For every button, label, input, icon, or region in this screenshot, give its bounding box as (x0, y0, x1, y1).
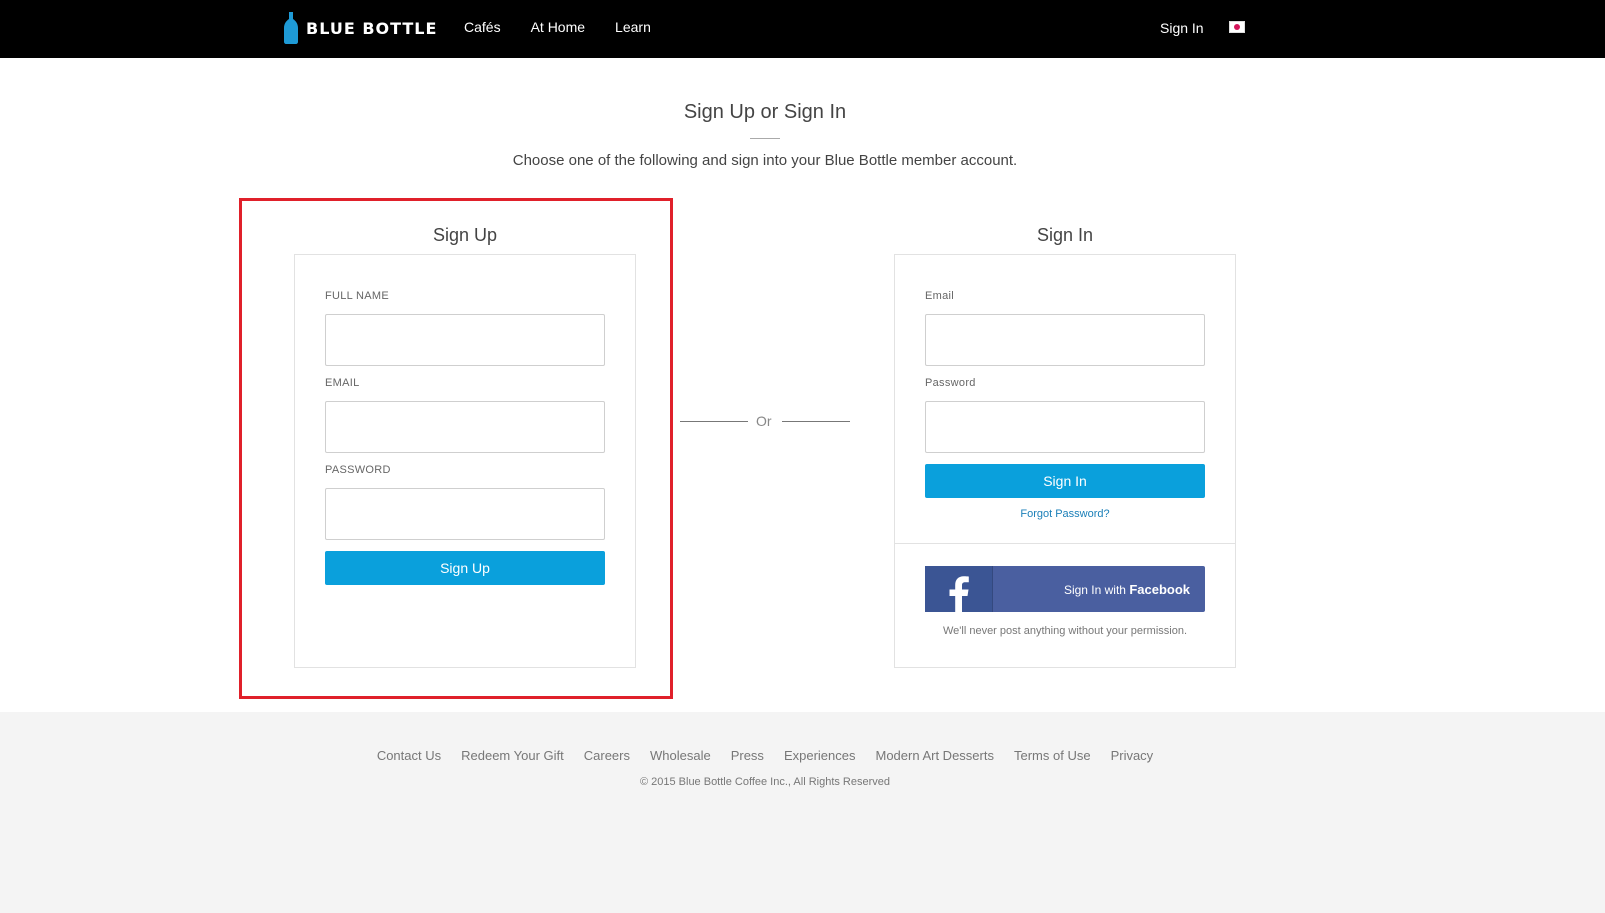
copyright-text: © 2015 Blue Bottle Coffee Inc., All Righ… (639, 776, 891, 788)
signup-password-field[interactable] (325, 488, 605, 540)
signin-heading: Sign In (1036, 225, 1094, 245)
footer-link-press[interactable]: Press (731, 748, 764, 763)
brand-logo[interactable]: BLUE BOTTLE (284, 12, 437, 44)
flag-sun-dot (1234, 24, 1240, 30)
signin-card: Email Password Sign In Forgot Password? … (894, 254, 1236, 668)
footer-link-experiences[interactable]: Experiences (784, 748, 856, 763)
signup-card: FULL NAME EMAIL PASSWORD Sign Up (294, 254, 636, 668)
facebook-f-glyph (949, 576, 969, 612)
footer-link-terms-of-use[interactable]: Terms of Use (1014, 748, 1091, 763)
facebook-permission-note: We'll never post anything without your p… (942, 625, 1187, 637)
signup-email-label: EMAIL (325, 377, 360, 389)
footer-link-modern-art-desserts[interactable]: Modern Art Desserts (875, 748, 994, 763)
signin-email-field[interactable] (925, 314, 1205, 366)
top-navigation-bar: BLUE BOTTLE Cafés At Home Learn Sign In (0, 0, 1605, 58)
bottle-logo-icon (284, 12, 298, 44)
footer-link-contact-us[interactable]: Contact Us (377, 748, 441, 763)
facebook-sign-in-button[interactable]: Sign In with Facebook (925, 566, 1205, 612)
footer-link-careers[interactable]: Careers (584, 748, 630, 763)
facebook-label-brand: Facebook (1129, 581, 1190, 597)
signin-password-field[interactable] (925, 401, 1205, 453)
signin-card-divider (895, 543, 1235, 544)
facebook-label-prefix: Sign In with (1063, 582, 1130, 597)
full-name-label: FULL NAME (325, 290, 390, 302)
or-divider-left (680, 421, 748, 422)
signin-email-label: Email (925, 290, 955, 302)
japan-flag-icon[interactable] (1229, 21, 1245, 33)
facebook-button-label: Sign In with Facebook (993, 582, 1205, 597)
nav-item-at-home[interactable]: At Home (531, 19, 585, 35)
nav-item-cafes[interactable]: Cafés (464, 19, 501, 35)
footer-link-privacy[interactable]: Privacy (1111, 748, 1154, 763)
footer-links: Contact Us Redeem Your Gift Careers Whol… (0, 748, 1530, 763)
signup-password-label: PASSWORD (325, 464, 391, 476)
title-divider (750, 138, 780, 139)
signup-heading: Sign Up (432, 225, 498, 245)
signup-email-field[interactable] (325, 401, 605, 453)
forgot-password-link[interactable]: Forgot Password? (925, 508, 1205, 520)
page-footer: Contact Us Redeem Your Gift Careers Whol… (0, 712, 1605, 913)
sign-in-button[interactable]: Sign In (925, 464, 1205, 498)
footer-link-redeem-gift[interactable]: Redeem Your Gift (461, 748, 564, 763)
or-divider-right (782, 421, 850, 422)
sign-up-button[interactable]: Sign Up (325, 551, 605, 585)
header-sign-in-link[interactable]: Sign In (1160, 20, 1204, 36)
signin-password-label: Password (925, 377, 976, 389)
or-separator-label: Or (756, 413, 772, 429)
footer-link-wholesale[interactable]: Wholesale (650, 748, 711, 763)
nav-item-learn[interactable]: Learn (615, 19, 651, 35)
brand-name: BLUE BOTTLE (306, 18, 438, 38)
facebook-icon (925, 566, 993, 612)
page-subtitle: Choose one of the following and sign int… (512, 152, 1018, 169)
main-nav: Cafés At Home Learn (464, 19, 651, 35)
page-title: Sign Up or Sign In (683, 101, 847, 123)
full-name-field[interactable] (325, 314, 605, 366)
